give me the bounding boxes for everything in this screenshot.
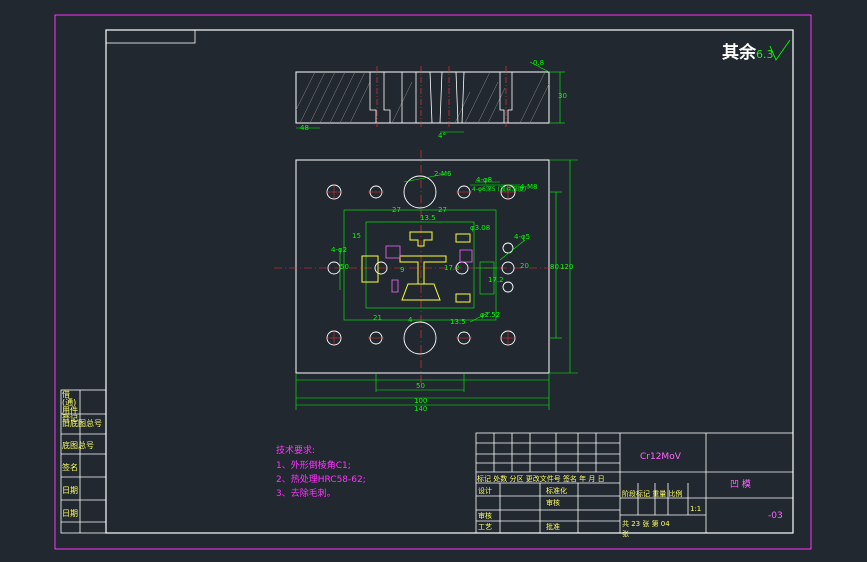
title-header-row: 标记 处数 分区 更改文件号 签名 年 月 日 (477, 475, 605, 483)
dim-d4: 15 (352, 232, 361, 240)
dim-plan-height-inner: 80 (550, 263, 559, 271)
label-approve: 批准 (546, 523, 560, 531)
surface-roughness: 其余6.3 (722, 38, 774, 63)
dim-plan-width-core: 50 (416, 382, 425, 390)
dim-d17: φ3.08 (470, 224, 491, 232)
dim-d16: 4-φ2 (331, 246, 348, 254)
drawing-number: -03 (768, 511, 783, 521)
dim-d1: 27 (392, 206, 401, 214)
label-check: 审核 (546, 499, 560, 507)
side-label-sign: 签名 (62, 463, 78, 472)
dim-d2: 27 (438, 206, 447, 214)
part-name: 凹 模 (730, 480, 751, 490)
label-standard: 标准化 (546, 487, 567, 495)
material: Cr12MoV (640, 452, 681, 462)
side-label-date-1: 日期 (62, 486, 78, 495)
side-label-drawing-no: 底图总号 (62, 441, 94, 450)
tech-item-1: 1、外形倒棱角C1; (276, 461, 351, 471)
dim-d10: 17.2 (488, 276, 504, 284)
dim-d5: 4-φ8 (476, 176, 493, 184)
dim-plan-height-core: 50 (340, 263, 349, 271)
scale: 1:1 (690, 505, 702, 513)
dim-top-small: 0.8 (533, 59, 545, 67)
dim-top-angle: 4° (438, 132, 446, 140)
dim-plan-height-outer: 120 (560, 263, 574, 271)
dim-top-width: 48 (300, 124, 309, 132)
dim-plan-width-outer: 140 (414, 405, 428, 413)
section-view (295, 61, 565, 133)
dim-top-height: 30 (558, 92, 567, 100)
label-craft: 工艺 (478, 523, 492, 531)
corner-box (105, 29, 196, 44)
frame-border (105, 29, 794, 534)
label-design: 设计 (478, 487, 492, 495)
roughness-prefix: 其余 (722, 43, 756, 63)
dim-d12: 13.5 (450, 318, 466, 326)
label-review: 审核 (478, 512, 492, 520)
roughness-value: 6.3 (756, 48, 774, 61)
dim-d14: 4 (408, 316, 413, 324)
sheet-border (54, 14, 812, 550)
dim-d15: φ2.52 (480, 311, 501, 319)
dim-d3: 13.5 (420, 214, 436, 222)
dim-d8: 4-φ5 (514, 233, 531, 241)
label-sheet-headers: 阶段标记 重量 比例 (622, 490, 683, 498)
label-sheet: 张 (622, 530, 629, 538)
dim-d18: 17.2 (444, 264, 460, 272)
dim-note: 4-φ6深5 (攻丝深度) (472, 186, 527, 193)
label-total-sheets: 共 23 张 第 04 (622, 520, 670, 528)
dim-d9: 20 (520, 262, 529, 270)
tech-requirements-title: 技术要求: (276, 446, 316, 456)
dim-d13: 21 (373, 314, 382, 322)
side-label-old-drawing: 旧底图总号 (62, 419, 102, 428)
side-label-date-2: 日期 (62, 509, 78, 518)
dim-d7: 2-M6 (434, 170, 452, 178)
tech-item-3: 3、去除毛刺。 (276, 489, 336, 499)
dim-d11: 9 (400, 266, 405, 274)
dim-plan-width-inner: 100 (414, 397, 428, 405)
tech-item-2: 2、热处理HRC58-62; (276, 475, 366, 485)
